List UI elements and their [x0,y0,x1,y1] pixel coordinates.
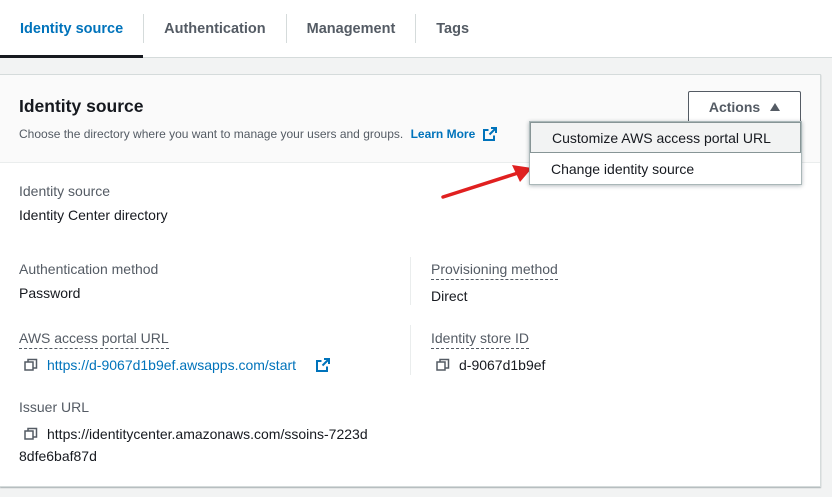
identity-store-id-value: d-9067d1b9ef [459,357,546,373]
menu-item-change-identity-source[interactable]: Change identity source [530,153,801,184]
tab-management[interactable]: Management [287,0,416,57]
auth-method-label: Authentication method [19,261,159,277]
identity-source-label: Identity source [19,183,111,199]
actions-label: Actions [708,99,761,115]
column-divider [410,257,411,305]
identity-store-id-label: Identity store ID [431,330,530,349]
issuer-url-value-line2: 8dfe6baf87d [19,448,97,464]
actions-dropdown-menu: Customize AWS access portal URL Change i… [529,121,802,185]
tab-tags[interactable]: Tags [416,0,489,57]
description-text: Choose the directory where you want to m… [19,127,404,141]
issuer-url-label: Issuer URL [19,399,90,415]
copy-icon[interactable] [24,358,38,372]
actions-button[interactable]: Actions [688,91,801,123]
panel-description: Choose the directory where you want to m… [19,127,497,141]
auth-method-value: Password [19,285,81,301]
panel-title: Identity source [19,96,144,116]
provisioning-method-value: Direct [431,288,468,304]
column-divider [410,325,411,375]
red-annotation-arrow [441,165,532,199]
identity-source-value: Identity Center directory [19,207,168,223]
portal-url-label: AWS access portal URL [19,330,169,349]
external-link-icon[interactable] [316,358,330,372]
issuer-url-value-line1: https://identitycenter.amazonaws.com/sso… [47,426,368,442]
learn-more-link[interactable]: Learn More [411,127,476,141]
provisioning-method-label: Provisioning method [431,261,558,280]
portal-url-link[interactable]: https://d-9067d1b9ef.awsapps.com/start [47,357,296,373]
tab-authentication[interactable]: Authentication [144,0,286,57]
copy-icon[interactable] [436,358,450,372]
copy-icon[interactable] [24,427,38,441]
tab-identity-source[interactable]: Identity source [0,0,144,58]
caret-up-icon [770,103,781,111]
menu-item-customize-portal-url[interactable]: Customize AWS access portal URL [530,122,801,153]
tab-bar: Identity source Authentication Managemen… [0,0,832,58]
external-link-icon[interactable] [482,127,497,141]
